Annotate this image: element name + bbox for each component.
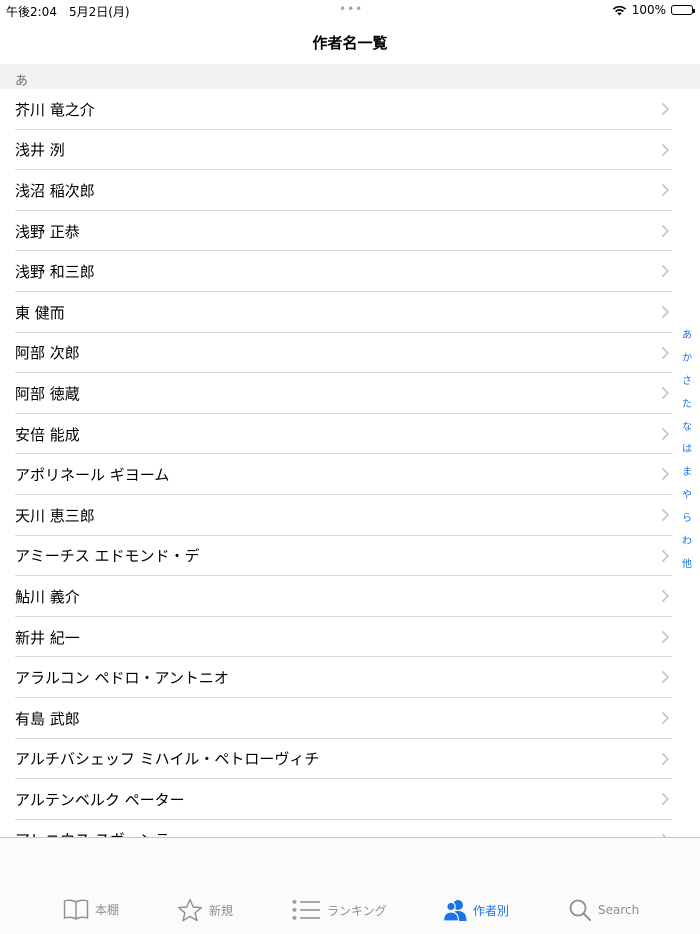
status-right: 100%	[612, 3, 695, 17]
index-letter[interactable]: か	[682, 351, 692, 374]
author-name: アミーチス エドモンド・デ	[15, 547, 200, 566]
author-name: 鮎川 義介	[15, 587, 80, 606]
chevron-right-icon	[661, 184, 670, 197]
author-name: 新井 紀一	[15, 628, 80, 647]
author-row[interactable]: 芥川 竜之介	[0, 89, 700, 130]
index-letter[interactable]: な	[682, 420, 692, 443]
chevron-right-icon	[661, 590, 670, 603]
author-row[interactable]: アルテンベルク ペーター	[0, 779, 700, 820]
author-name: 浅沼 稲次郎	[15, 181, 95, 200]
chevron-right-icon	[661, 387, 670, 400]
tab-new[interactable]: 新規	[177, 898, 233, 922]
author-name: アルテンベルク ペーター	[15, 790, 185, 809]
author-row[interactable]: 浅野 正恭	[0, 211, 700, 252]
battery-icon	[671, 5, 695, 15]
section-header: あ	[0, 64, 700, 89]
author-name: 阿部 徳蔵	[15, 384, 80, 403]
author-row[interactable]: 阿部 次郎	[0, 333, 700, 374]
chevron-right-icon	[661, 671, 670, 684]
tab-bookshelf-label: 本棚	[95, 902, 120, 917]
author-name: 浅野 正恭	[15, 222, 80, 241]
author-row[interactable]: 天川 恵三郎	[0, 495, 700, 536]
author-row[interactable]: アレニウス スヴァンテ	[0, 820, 700, 837]
page-title: 作者名一覧	[312, 34, 388, 52]
index-letter[interactable]: た	[682, 397, 692, 420]
chevron-right-icon	[661, 346, 670, 359]
tab-bookshelf[interactable]: 本棚	[63, 898, 119, 920]
chevron-right-icon	[661, 711, 670, 724]
ranking-list-icon	[291, 899, 320, 920]
chevron-right-icon	[661, 630, 670, 643]
author-name: 浅野 和三郎	[15, 263, 95, 282]
battery-percent: 100%	[631, 3, 666, 17]
tab-by-author-label: 作者別	[473, 903, 510, 918]
chevron-right-icon	[661, 265, 670, 278]
author-name: アルチバシェッフ ミハイル・ペトローヴィチ	[15, 750, 320, 769]
chevron-right-icon	[661, 549, 670, 562]
author-name: 芥川 竜之介	[15, 100, 95, 119]
author-name: 浅井 洌	[15, 141, 65, 160]
index-letter[interactable]: あ	[682, 328, 692, 351]
status-time: 午後2:04 5月2日(月)	[6, 5, 130, 19]
author-row[interactable]: 有島 武郎	[0, 698, 700, 739]
chevron-right-icon	[661, 224, 670, 237]
index-letter[interactable]: 他	[682, 557, 692, 580]
search-icon	[569, 899, 591, 921]
author-name: 天川 恵三郎	[15, 506, 95, 525]
chevron-right-icon	[661, 752, 670, 765]
chevron-right-icon	[661, 143, 670, 156]
author-row[interactable]: 安倍 能成	[0, 414, 700, 455]
author-name: 有島 武郎	[15, 709, 80, 728]
index-letter[interactable]: ま	[682, 465, 692, 488]
tab-bar: 本棚 新規 ランキング 作者別 Search	[0, 837, 700, 934]
chevron-right-icon	[661, 793, 670, 806]
author-row[interactable]: アミーチス エドモンド・デ	[0, 536, 700, 577]
multitasking-dots[interactable]: •••	[339, 2, 363, 16]
wifi-icon	[612, 5, 626, 15]
author-name: アレニウス スヴァンテ	[15, 829, 170, 837]
author-row[interactable]: 鮎川 義介	[0, 576, 700, 617]
author-row[interactable]: アルチバシェッフ ミハイル・ペトローヴィチ	[0, 739, 700, 780]
author-row[interactable]: アポリネール ギヨーム	[0, 454, 700, 495]
author-row[interactable]: 新井 紀一	[0, 617, 700, 658]
chevron-right-icon	[661, 508, 670, 522]
index-letter[interactable]: は	[682, 442, 692, 465]
chevron-right-icon	[661, 427, 670, 440]
author-row[interactable]: 東 健而	[0, 292, 700, 333]
tab-by-author[interactable]: 作者別	[443, 898, 509, 922]
tab-new-label: 新規	[209, 903, 234, 918]
author-name: 東 健而	[15, 303, 65, 322]
author-name: 安倍 能成	[15, 425, 80, 444]
tab-search-label: Search	[598, 903, 640, 917]
author-row[interactable]: アラルコン ペドロ・アントニオ	[0, 657, 700, 698]
index-letter[interactable]: さ	[682, 374, 692, 397]
tab-ranking-label: ランキング	[327, 903, 387, 918]
author-name: アポリネール ギヨーム	[15, 466, 170, 485]
tab-search[interactable]: Search	[568, 898, 639, 922]
author-row[interactable]: 阿部 徳蔵	[0, 373, 700, 414]
index-letter[interactable]: や	[682, 488, 692, 511]
people-icon	[443, 900, 467, 922]
index-letter[interactable]: わ	[682, 534, 692, 557]
author-row[interactable]: 浅井 洌	[0, 130, 700, 171]
tab-ranking[interactable]: ランキング	[291, 898, 387, 922]
author-name: アラルコン ペドロ・アントニオ	[15, 669, 229, 688]
book-icon	[63, 899, 89, 920]
status-bar: 午後2:04 5月2日(月) ••• 100%	[0, 0, 700, 20]
author-row[interactable]: 浅野 和三郎	[0, 251, 700, 292]
author-row[interactable]: 浅沼 稲次郎	[0, 170, 700, 211]
chevron-right-icon	[661, 305, 670, 319]
author-rows: 芥川 竜之介 浅井 洌浅沼 稲次郎 浅野 正恭浅野 和三郎東 健而阿部 次郎阿部 徳…	[0, 89, 700, 837]
index-letter[interactable]: ら	[682, 511, 692, 534]
star-icon	[178, 898, 202, 922]
chevron-right-icon	[661, 102, 670, 116]
author-list[interactable]: あ 芥川 竜之介 浅井 洌浅沼 稲次郎 浅野 正恭浅野 和三郎東 健而阿部 次郎阿部…	[0, 64, 700, 837]
author-name: 阿部 次郎	[15, 344, 80, 363]
chevron-right-icon	[661, 468, 670, 481]
section-index[interactable]: あかさたなはまやらわ他	[680, 328, 694, 580]
